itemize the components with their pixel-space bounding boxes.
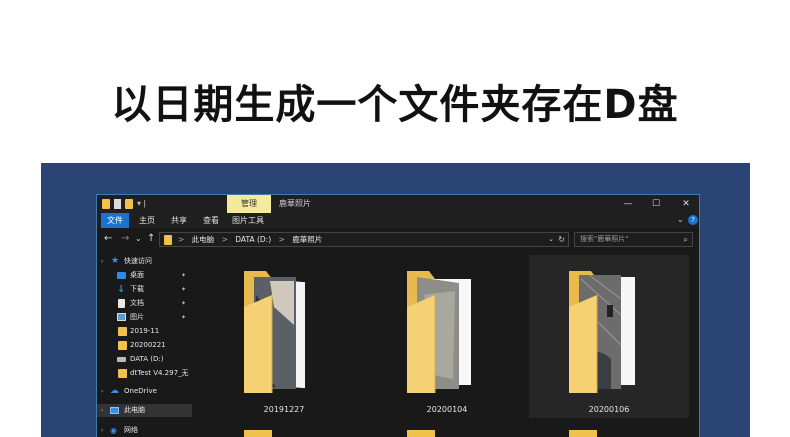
sidebar-item-label: 快速访问 <box>124 257 152 265</box>
file-explorer-window: ▾ ǀ 管理 鹿華照片 — ☐ ✕ 文件 主页 共享 查看 图片工具 ⌄ ? ←… <box>96 194 700 437</box>
breadcrumb: > 此电脑 > DATA (D:) > 鹿華照片 <box>178 233 327 246</box>
sidebar-item-label: 网络 <box>124 426 138 434</box>
tab-manage[interactable]: 管理 <box>227 195 271 213</box>
tab-file[interactable]: 文件 <box>101 213 129 228</box>
sidebar-item-onedrive[interactable]: › ☁ OneDrive <box>97 385 192 398</box>
search-icon[interactable]: ⌕ <box>684 233 688 246</box>
sidebar-item-label: OneDrive <box>124 387 157 395</box>
folder-name: 20191227 <box>263 405 305 414</box>
folder-icon[interactable] <box>569 430 597 437</box>
tab-home[interactable]: 主页 <box>133 213 161 228</box>
minimize-button[interactable]: — <box>617 195 639 213</box>
file-list: 20191227 20200104 20200106 <box>192 252 699 437</box>
title-bar: ▾ ǀ 管理 鹿華照片 — ☐ ✕ <box>97 195 699 213</box>
expand-icon[interactable]: › <box>101 257 110 266</box>
maximize-button[interactable]: ☐ <box>645 195 667 213</box>
breadcrumb-this-pc[interactable]: 此电脑 <box>192 235 215 244</box>
up-arrow-icon[interactable]: ↑ <box>147 232 155 246</box>
sidebar-item-network[interactable]: › ◉ 网络 <box>97 424 192 437</box>
sidebar-item-label: 下载 <box>130 285 144 293</box>
screenshot-frame: ▾ ǀ 管理 鹿華照片 — ☐ ✕ 文件 主页 共享 查看 图片工具 ⌄ ? ←… <box>41 163 750 437</box>
sidebar-item-label: 20200221 <box>130 341 166 349</box>
page-headline: 以日期生成一个文件夹存在D盘 <box>111 82 679 128</box>
folder-tile[interactable]: 20200104 <box>367 255 527 418</box>
document-icon <box>118 299 125 308</box>
properties-icon[interactable] <box>114 199 121 209</box>
breadcrumb-photos-folder[interactable]: 鹿華照片 <box>292 235 322 244</box>
sidebar-item-documents[interactable]: 文档 ✦ <box>97 297 192 310</box>
sidebar-item-dttest[interactable]: dtTest V4.297_无 <box>97 367 192 380</box>
expand-icon[interactable]: › <box>101 426 110 435</box>
star-icon: ★ <box>111 256 120 266</box>
folder-name: 20200106 <box>588 405 630 414</box>
customize-toolbar-icon[interactable]: ▾ ǀ <box>137 199 146 209</box>
close-button[interactable]: ✕ <box>675 195 697 213</box>
folder-icon <box>102 199 110 209</box>
navigation-pane: › ★ 快速访问 桌面 ✦ ↓ 下载 ✦ 文档 ✦ 图片 ✦ 2019-11 2… <box>97 252 192 437</box>
folder-icon <box>164 235 172 245</box>
pin-icon: ✦ <box>181 286 187 293</box>
search-placeholder: 搜索"鹿華照片" <box>580 235 629 243</box>
quick-access-toolbar: ▾ ǀ <box>102 198 146 210</box>
folder-thumbnail-icon <box>569 271 635 393</box>
pictures-icon <box>117 313 126 321</box>
ribbon-tabs: 文件 主页 共享 查看 图片工具 ⌄ ? <box>97 213 699 228</box>
tab-share[interactable]: 共享 <box>165 213 193 228</box>
sidebar-item-data-drive[interactable]: DATA (D:) <box>97 353 192 366</box>
folder-tile[interactable]: 20191227 <box>204 255 364 418</box>
sidebar-item-downloads[interactable]: ↓ 下载 ✦ <box>97 283 192 296</box>
folder-thumbnail-icon <box>244 271 305 393</box>
sidebar-item-label: dtTest V4.297_无 <box>130 369 189 377</box>
recent-locations-icon[interactable]: ⌄ <box>135 232 142 246</box>
navigation-bar: ← → ⌄ ↑ > 此电脑 > DATA (D:) > 鹿華照片 ⌄ ↻ 搜索"… <box>97 228 699 252</box>
sidebar-item-label: 文档 <box>130 299 144 307</box>
drive-icon <box>117 357 126 362</box>
folder-icon[interactable] <box>407 430 435 437</box>
folder-icon <box>118 369 127 378</box>
breadcrumb-separator: > <box>221 235 228 244</box>
folder-thumbnail-icon <box>407 271 471 393</box>
pin-icon: ✦ <box>181 300 187 307</box>
desktop-icon <box>117 272 126 279</box>
folder-tile-selected[interactable]: 20200106 <box>529 255 689 418</box>
sidebar-item-folder-2019-11[interactable]: 2019-11 <box>97 325 192 338</box>
pin-icon: ✦ <box>181 314 187 321</box>
help-icon[interactable]: ? <box>688 215 698 225</box>
computer-icon <box>110 407 119 414</box>
forward-arrow-icon[interactable]: → <box>121 232 129 246</box>
expand-icon[interactable]: › <box>101 387 110 396</box>
tab-picture-tools[interactable]: 图片工具 <box>229 213 267 228</box>
window-title: 鹿華照片 <box>279 199 311 208</box>
breadcrumb-separator: > <box>178 235 185 244</box>
folder-icon <box>118 341 127 350</box>
back-arrow-icon[interactable]: ← <box>104 232 112 246</box>
chevron-down-icon[interactable]: ⌄ <box>677 215 684 224</box>
sidebar-item-this-pc[interactable]: › 此电脑 <box>97 404 192 417</box>
sidebar-item-quick-access[interactable]: › ★ 快速访问 <box>97 255 192 268</box>
tab-view[interactable]: 查看 <box>197 213 225 228</box>
breadcrumb-separator: > <box>278 235 285 244</box>
breadcrumb-data-drive[interactable]: DATA (D:) <box>235 235 271 244</box>
network-icon: ◉ <box>110 426 117 435</box>
new-folder-icon[interactable] <box>125 199 133 209</box>
refresh-icon[interactable]: ↻ <box>558 233 565 246</box>
download-icon: ↓ <box>117 284 126 295</box>
folder-name: 20200104 <box>426 405 468 414</box>
sidebar-item-desktop[interactable]: 桌面 ✦ <box>97 269 192 282</box>
sidebar-item-label: 桌面 <box>130 271 144 279</box>
pin-icon: ✦ <box>181 272 187 279</box>
sidebar-item-folder-20200221[interactable]: 20200221 <box>97 339 192 352</box>
expand-icon[interactable]: › <box>101 406 110 415</box>
sidebar-item-label: DATA (D:) <box>130 355 164 363</box>
sidebar-item-label: 此电脑 <box>124 406 145 414</box>
folder-icon <box>118 327 127 336</box>
address-bar[interactable]: > 此电脑 > DATA (D:) > 鹿華照片 ⌄ ↻ <box>159 232 569 247</box>
sidebar-item-label: 2019-11 <box>130 327 160 335</box>
search-input[interactable]: 搜索"鹿華照片" ⌕ <box>574 232 693 247</box>
sidebar-item-label: 图片 <box>130 313 144 321</box>
sidebar-item-pictures[interactable]: 图片 ✦ <box>97 311 192 324</box>
folder-icon[interactable] <box>244 430 272 437</box>
cloud-icon: ☁ <box>110 386 119 396</box>
address-dropdown-icon[interactable]: ⌄ <box>548 233 554 246</box>
